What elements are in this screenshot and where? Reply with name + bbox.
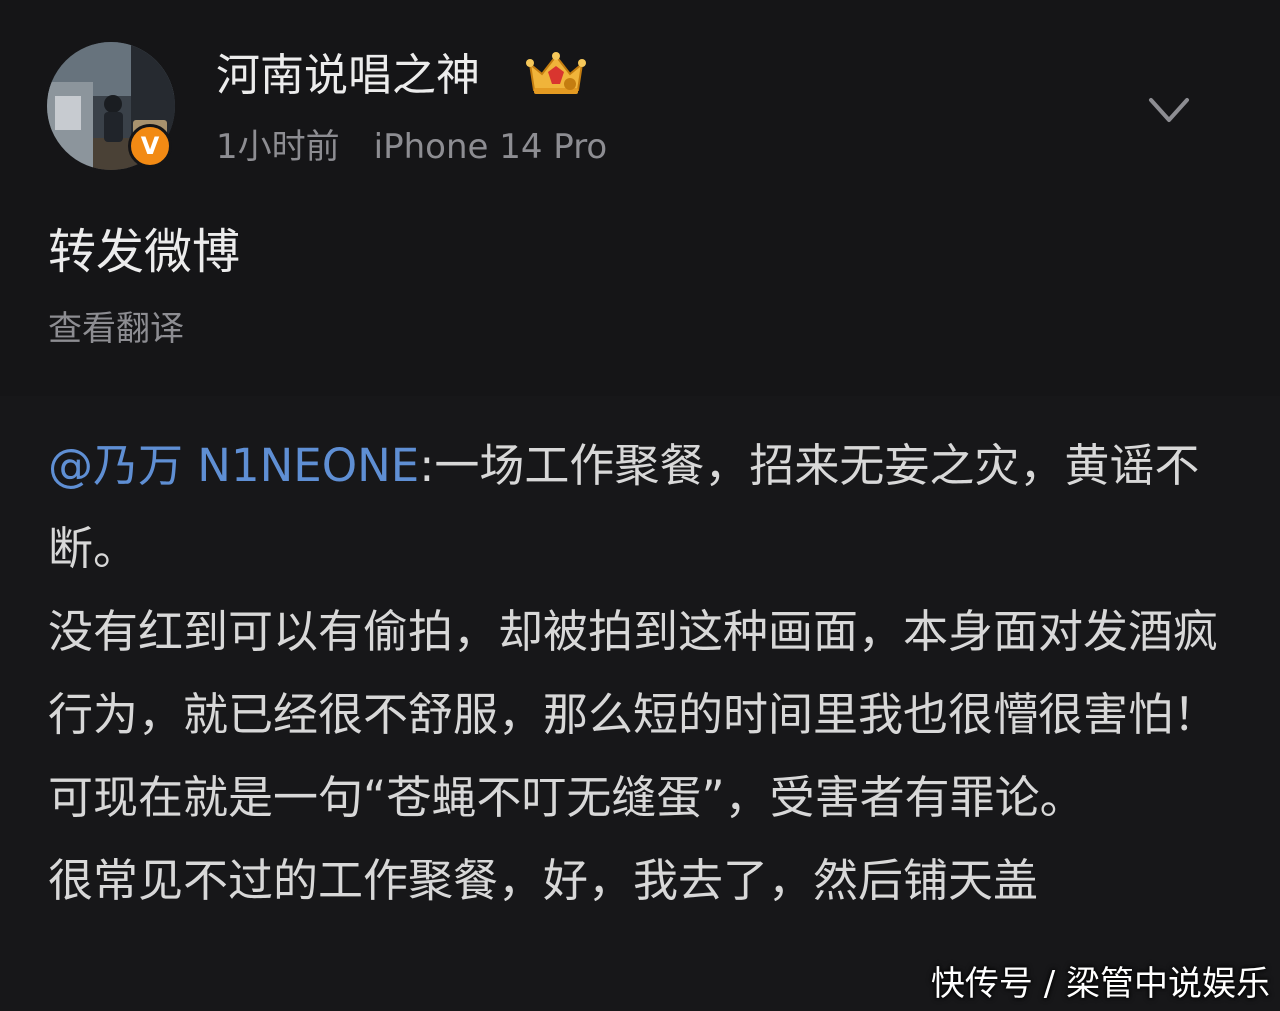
post-time: 1小时前 <box>216 127 340 167</box>
post-device: iPhone 14 Pro <box>373 127 608 167</box>
reposted-content[interactable]: @乃万 N1NEONE:一场工作聚餐，招来无妄之灾，黄谣不断。 没有红到可以有偷… <box>48 424 1248 922</box>
translate-link[interactable]: 查看翻译 <box>48 306 184 352</box>
watermark: 快传号 / 梁管中说娱乐 <box>930 964 1270 1004</box>
repost-paragraph: @乃万 N1NEONE:一场工作聚餐，招来无妄之灾，黄谣不断。 <box>48 424 1248 590</box>
mention-link[interactable]: @乃万 N1NEONE <box>48 439 419 492</box>
repost-paragraph: 没有红到可以有偷拍，却被拍到这种画面，本身面对发酒疯行为，就已经很不舒服，那么短… <box>48 605 1219 741</box>
username[interactable]: 河南说唱之神 <box>216 46 480 106</box>
verified-v-icon: V <box>128 124 172 168</box>
post-text: 转发微博 <box>48 224 241 280</box>
mention-separator: : <box>419 439 435 492</box>
post-meta: 1小时前 iPhone 14 Pro <box>216 122 607 172</box>
crown-badge-icon[interactable] <box>524 50 588 98</box>
chevron-down-icon[interactable] <box>1146 92 1192 132</box>
repost-paragraph: 可现在就是一句“苍蝇不叮无缝蛋”，受害者有罪论。 <box>48 771 1085 824</box>
repost-paragraph: 很常见不过的工作聚餐，好，我去了，然后铺天盖 <box>48 854 1039 907</box>
post-card: V 河南说唱之神 1小时前 iPhone 14 Pro 转发微博 查看翻译 <box>0 0 1280 396</box>
